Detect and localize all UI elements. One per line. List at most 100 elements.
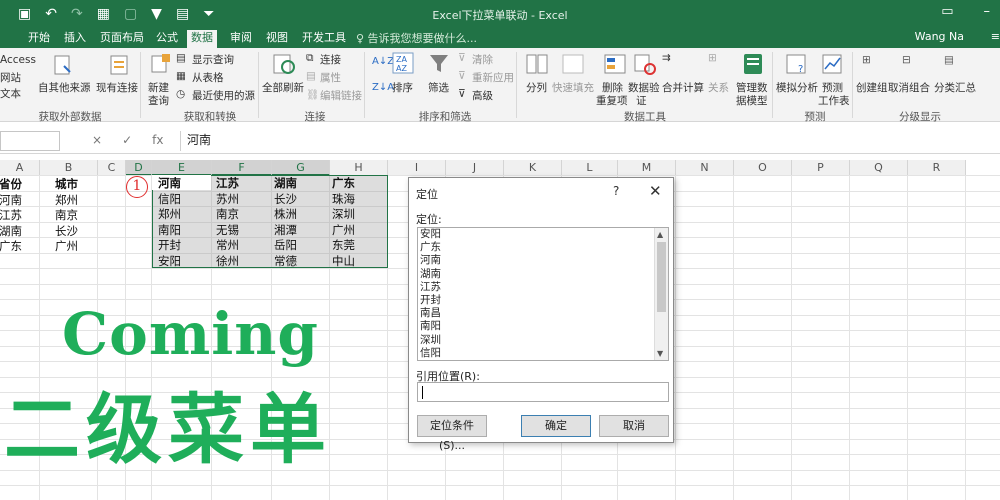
sort-button[interactable]: 排序: [392, 80, 413, 95]
column-header-m[interactable]: M: [618, 160, 676, 176]
range-cell[interactable]: 南京: [213, 207, 239, 222]
range-cell[interactable]: 常德: [271, 254, 297, 269]
help-icon[interactable]: ?: [613, 184, 619, 198]
range-cell[interactable]: 信阳: [155, 192, 181, 207]
reapply-button[interactable]: 重新应用: [472, 70, 514, 85]
share-icon[interactable]: ≡: [991, 30, 1000, 43]
sheet-cell[interactable]: 郑州: [52, 193, 78, 208]
tab-formulas[interactable]: 公式: [152, 30, 182, 48]
tab-page-layout[interactable]: 页面布局: [96, 30, 148, 48]
from-text-button[interactable]: 文本: [0, 86, 21, 101]
from-web-button[interactable]: 网站: [0, 70, 21, 85]
sheet-cell[interactable]: 南京: [52, 208, 78, 223]
clear-filter-button[interactable]: 清除: [472, 52, 493, 67]
range-cell[interactable]: 湘潭: [271, 223, 297, 238]
header-cell[interactable]: 省份: [0, 177, 22, 192]
goto-special-button[interactable]: 定位条件(S)...: [417, 415, 487, 452]
goto-listbox[interactable]: 安阳 广东 河南 湖南 江苏 开封 南昌 南阳 深圳 信阳 ▲ ▼: [417, 227, 669, 361]
column-header-l[interactable]: L: [562, 160, 618, 176]
from-table-button[interactable]: 从表格: [192, 70, 224, 85]
reference-input[interactable]: [417, 382, 669, 402]
filter-button[interactable]: 筛选: [428, 80, 449, 95]
column-header-e[interactable]: E: [152, 160, 212, 176]
column-header-i[interactable]: I: [388, 160, 446, 176]
name-box[interactable]: [0, 131, 60, 151]
sheet-cell[interactable]: 江苏: [0, 208, 22, 223]
range-cell[interactable]: 广州: [329, 223, 355, 238]
goto-list-item[interactable]: 南昌: [418, 307, 668, 320]
edit-links-button[interactable]: 编辑链接: [320, 88, 362, 103]
scroll-down-icon[interactable]: ▼: [657, 349, 663, 358]
goto-list-item[interactable]: 深圳: [418, 334, 668, 347]
goto-list-item[interactable]: 湖南: [418, 268, 668, 281]
sheet-cell[interactable]: 广东: [0, 239, 22, 254]
sort-az-icon[interactable]: A↓Z: [372, 56, 394, 67]
column-header-r[interactable]: R: [908, 160, 966, 176]
text-to-columns-button[interactable]: 分列: [526, 80, 547, 95]
advanced-filter-button[interactable]: 高级: [472, 88, 493, 103]
tab-home[interactable]: 开始: [24, 30, 54, 48]
range-cell[interactable]: 东莞: [329, 238, 355, 253]
range-cell[interactable]: 苏州: [213, 192, 239, 207]
goto-list-item[interactable]: 广东: [418, 241, 668, 254]
range-cell[interactable]: 开封: [155, 238, 181, 253]
consolidate-button[interactable]: 合并计算: [662, 80, 704, 95]
recent-sources-button[interactable]: 最近使用的源: [192, 88, 255, 103]
range-cell[interactable]: 岳阳: [271, 238, 297, 253]
column-header-o[interactable]: O: [734, 160, 792, 176]
column-header-b[interactable]: B: [40, 160, 98, 176]
range-cell[interactable]: 安阳: [155, 254, 181, 269]
goto-list-item[interactable]: 开封: [418, 294, 668, 307]
column-header-f[interactable]: F: [212, 160, 272, 176]
flash-fill-button[interactable]: 快速填充: [552, 80, 594, 95]
goto-list-item[interactable]: 河南: [418, 254, 668, 267]
existing-connections-button[interactable]: 现有连接: [96, 80, 138, 95]
column-header-p[interactable]: P: [792, 160, 850, 176]
tab-view[interactable]: 视图: [262, 30, 292, 48]
sheet-cell[interactable]: 湖南: [0, 224, 22, 239]
column-header-k[interactable]: K: [504, 160, 562, 176]
range-header-cell[interactable]: 广东: [329, 176, 355, 191]
other-sources-button[interactable]: 自其他来源: [38, 80, 91, 95]
sheet-cell[interactable]: 河南: [0, 193, 22, 208]
range-cell[interactable]: 珠海: [329, 192, 355, 207]
ribbon-display-icon[interactable]: ▭: [941, 4, 953, 19]
ok-button[interactable]: 确定: [521, 415, 591, 437]
column-header-a[interactable]: A: [0, 160, 40, 176]
column-header-c[interactable]: C: [98, 160, 126, 176]
range-cell[interactable]: 徐州: [213, 254, 239, 269]
ungroup-button[interactable]: 取消组合: [888, 80, 930, 95]
formula-input[interactable]: 河南: [180, 131, 1000, 151]
scroll-up-icon[interactable]: ▲: [657, 230, 663, 239]
range-cell[interactable]: 长沙: [271, 192, 297, 207]
range-cell[interactable]: 深圳: [329, 207, 355, 222]
scroll-thumb[interactable]: [657, 242, 666, 312]
tab-review[interactable]: 审阅: [226, 30, 256, 48]
goto-list-item[interactable]: 南阳: [418, 320, 668, 333]
goto-list-item[interactable]: 江苏: [418, 281, 668, 294]
range-cell[interactable]: 郑州: [155, 207, 181, 222]
tab-data[interactable]: 数据: [187, 30, 217, 48]
range-cell[interactable]: 无锡: [213, 223, 239, 238]
range-cell[interactable]: 常州: [213, 238, 239, 253]
column-header-d[interactable]: D: [126, 160, 152, 176]
range-header-cell[interactable]: 湖南: [271, 176, 297, 191]
what-if-button[interactable]: 模拟分析: [776, 80, 818, 95]
goto-list-item[interactable]: 安阳: [418, 228, 668, 241]
minimize-icon[interactable]: –: [984, 4, 991, 19]
insert-function-icon[interactable]: fx: [152, 133, 163, 147]
range-cell[interactable]: 中山: [329, 254, 355, 269]
header-cell[interactable]: 城市: [52, 177, 78, 192]
connections-button[interactable]: 连接: [320, 52, 341, 67]
tab-insert[interactable]: 插入: [60, 30, 90, 48]
column-header-g[interactable]: G: [272, 160, 330, 176]
sheet-cell[interactable]: 广州: [52, 239, 78, 254]
column-header-h[interactable]: H: [330, 160, 388, 176]
tab-developer[interactable]: 开发工具: [298, 30, 350, 48]
column-header-q[interactable]: Q: [850, 160, 908, 176]
range-cell[interactable]: 株洲: [271, 207, 297, 222]
group-button[interactable]: 创建组: [856, 80, 888, 95]
tell-me-search[interactable]: ♀ 告诉我您想要做什么...: [356, 30, 477, 46]
range-header-cell[interactable]: 江苏: [213, 176, 239, 191]
sheet-cell[interactable]: 长沙: [52, 224, 78, 239]
